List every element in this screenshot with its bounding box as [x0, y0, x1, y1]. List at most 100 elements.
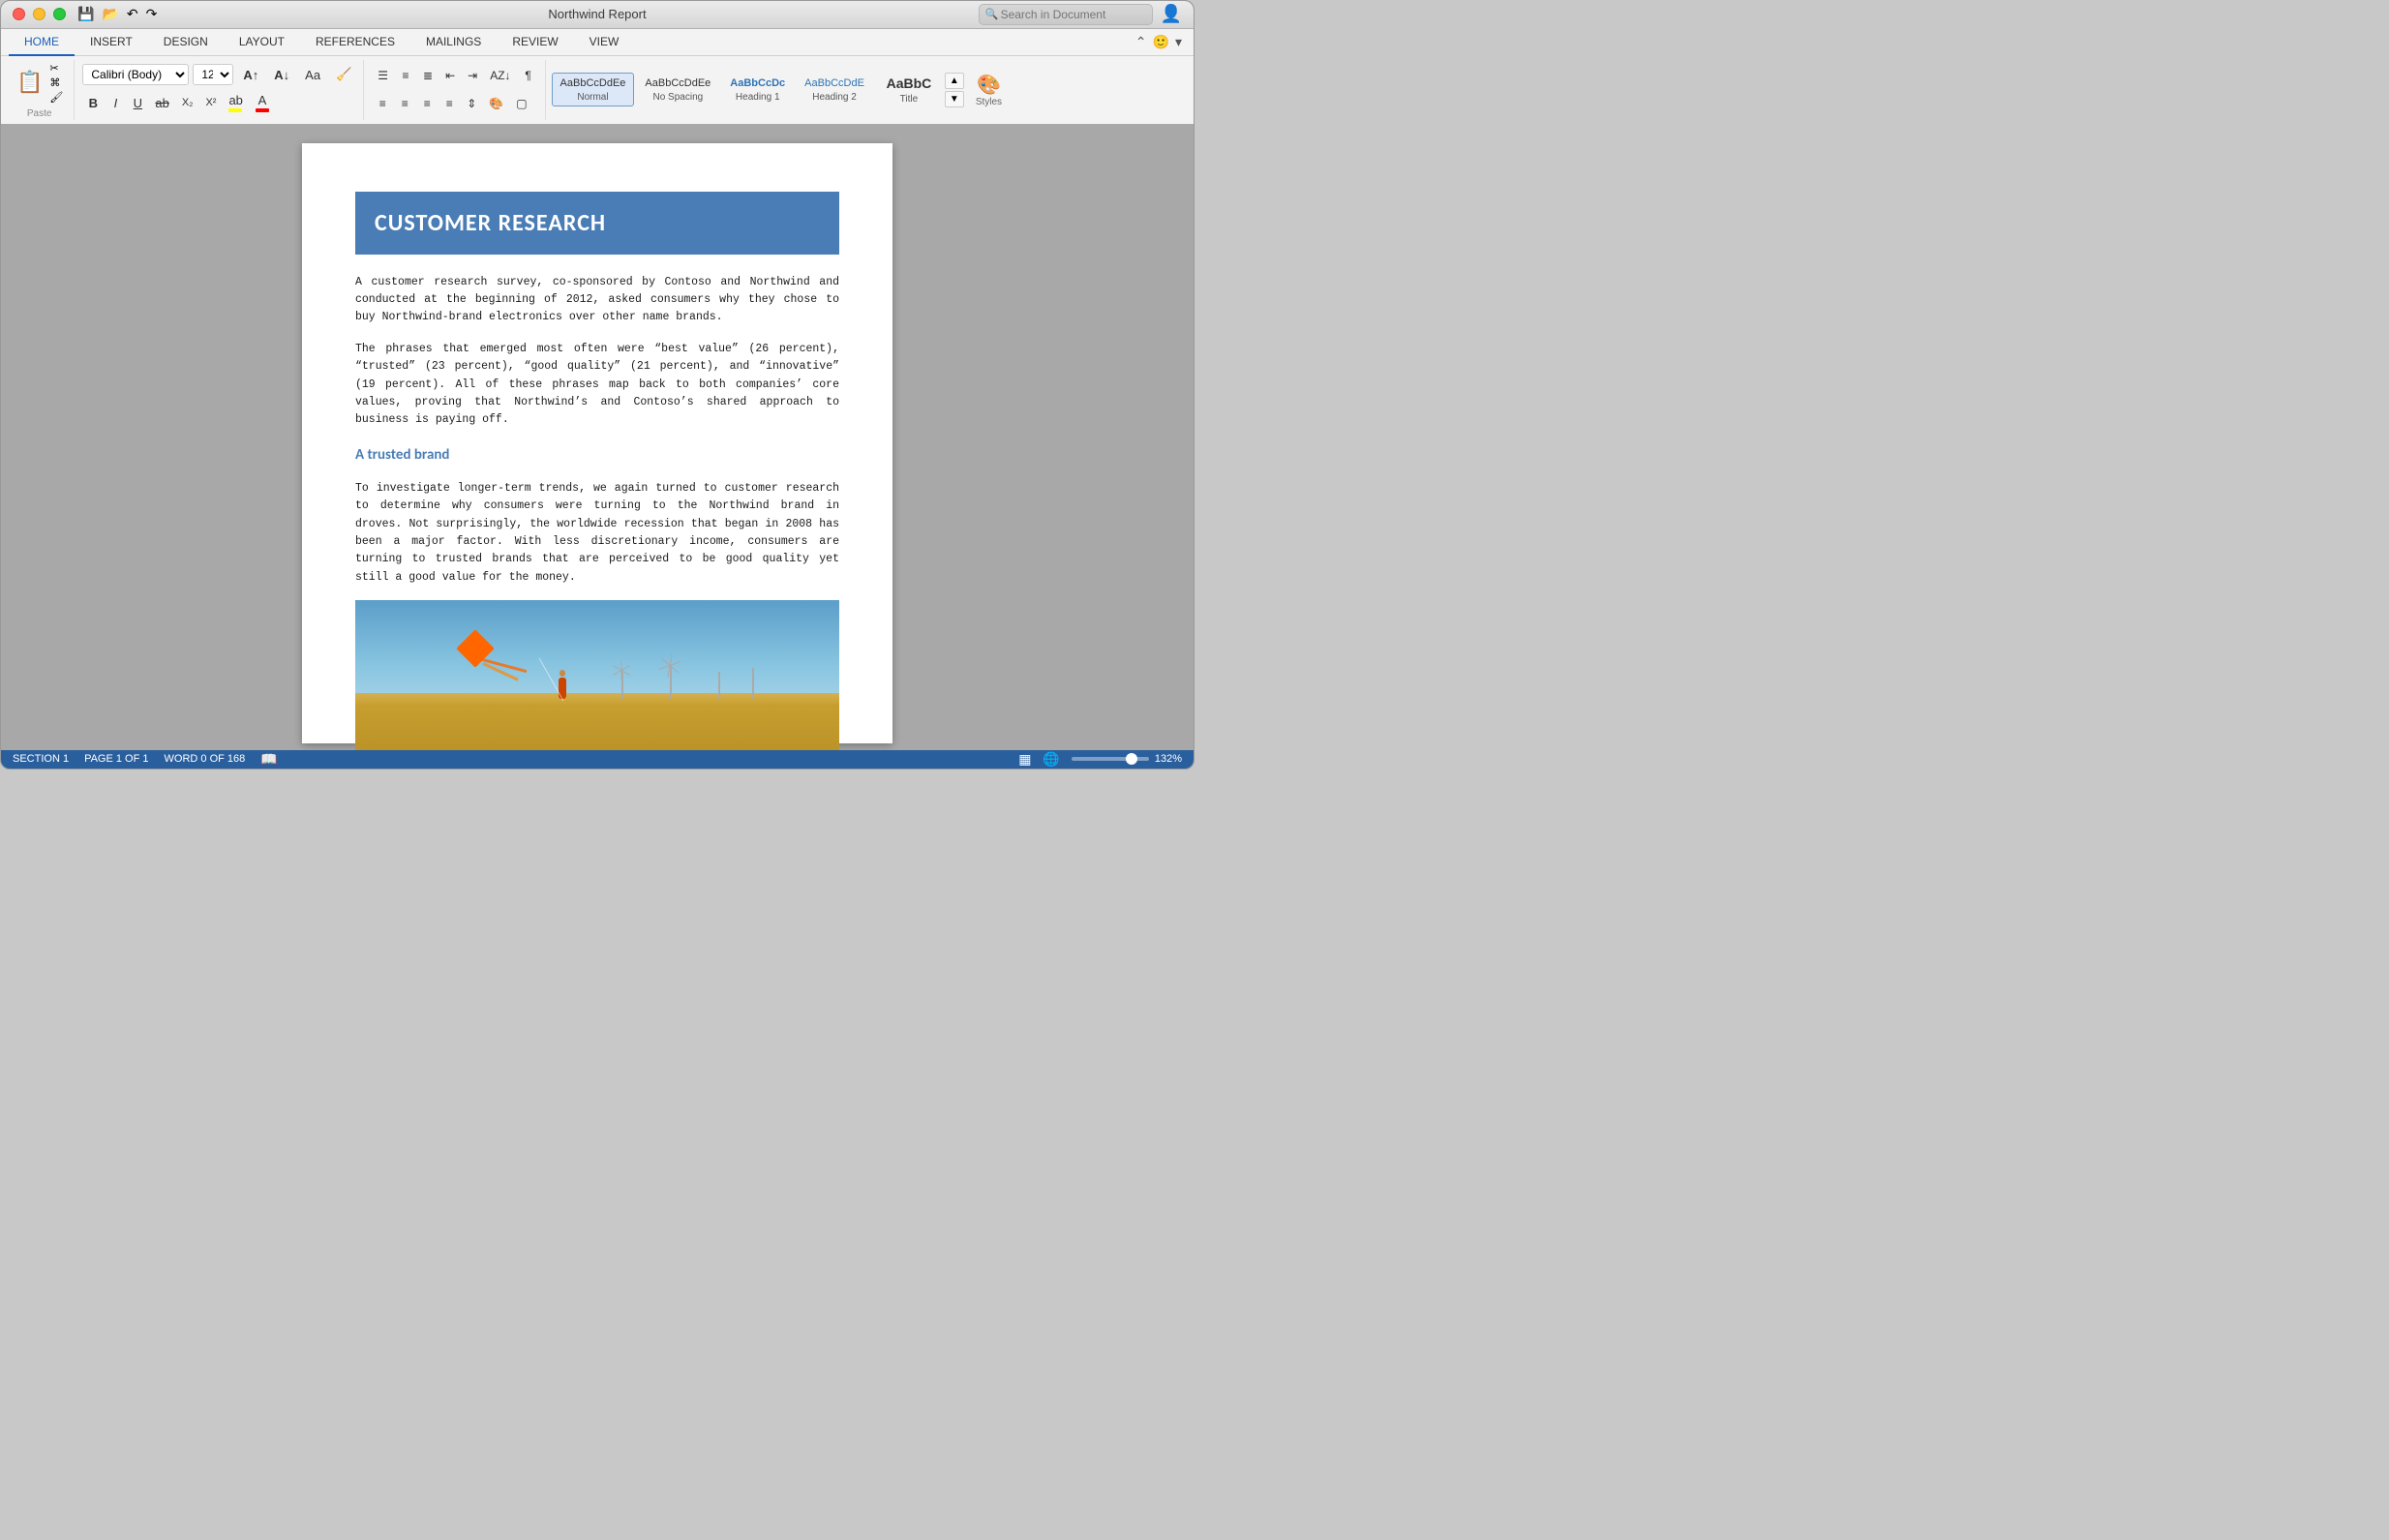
font-group: Calibri (Body) 12 A↑ A↓ Aa 🧹 B I U ab X₂: [76, 60, 364, 120]
minimize-button[interactable]: [33, 8, 45, 20]
style-normal-label: Normal: [577, 92, 608, 103]
paste-button[interactable]: 📋: [13, 61, 46, 105]
tab-view[interactable]: VIEW: [574, 29, 635, 56]
kite: [462, 635, 489, 662]
search-input[interactable]: [979, 4, 1153, 25]
save-icon[interactable]: 💾: [77, 6, 94, 22]
border-button[interactable]: ▢: [510, 94, 532, 113]
undo-icon[interactable]: ↶: [127, 6, 138, 22]
cut-button[interactable]: ✂: [46, 61, 66, 75]
sky: [355, 600, 839, 707]
grow-font-button[interactable]: A↑: [237, 65, 264, 85]
ribbon-collapse-icon[interactable]: ⌃: [1135, 34, 1147, 50]
multilevel-button[interactable]: ≣: [417, 66, 438, 85]
style-title-preview: AaBbC: [887, 75, 932, 92]
align-center-button[interactable]: ≡: [394, 94, 415, 113]
document-subheading: A trusted brand: [355, 443, 839, 467]
justify-button[interactable]: ≡: [438, 94, 460, 113]
increase-indent-button[interactable]: ⇥: [462, 66, 483, 85]
ribbon-tabs: HOME INSERT DESIGN LAYOUT REFERENCES MAI…: [1, 29, 1194, 56]
style-normal-preview: AaBbCcDdEe: [560, 76, 626, 90]
style-heading2-preview: AaBbCcDdE: [804, 76, 864, 90]
strikethrough-button[interactable]: ab: [149, 93, 174, 113]
show-paragraph-button[interactable]: ¶: [518, 66, 539, 85]
shrink-font-button[interactable]: A↓: [268, 65, 295, 85]
italic-button[interactable]: I: [105, 93, 126, 113]
tab-mailings[interactable]: MAILINGS: [410, 29, 497, 56]
document-title: CUSTOMER RESEARCH: [375, 209, 820, 237]
horizon: [355, 693, 839, 705]
account-icon[interactable]: 👤: [1161, 4, 1182, 24]
redo-icon[interactable]: ↷: [146, 6, 158, 22]
clipboard-group: 📋 ✂ ⌘ 🖌 Paste: [9, 60, 75, 120]
document-image: [355, 600, 839, 750]
style-no-spacing[interactable]: AaBbCcDdEe No Spacing: [636, 73, 719, 106]
word-count-label: WORD 0 OF 168: [165, 753, 246, 765]
search-wrapper: 🔍: [979, 4, 1153, 25]
traffic-lights: [13, 8, 66, 20]
style-title-label: Title: [900, 94, 919, 105]
ribbon: HOME INSERT DESIGN LAYOUT REFERENCES MAI…: [1, 29, 1194, 124]
tab-design[interactable]: DESIGN: [148, 29, 224, 56]
font-size-select[interactable]: 12: [193, 64, 233, 85]
title-bar: 💾 📂 ↶ ↷ Northwind Report 🔍 👤: [1, 1, 1194, 29]
style-heading2[interactable]: AaBbCcDdE Heading 2: [796, 73, 873, 106]
highlight-button[interactable]: ab: [223, 90, 248, 115]
tab-references[interactable]: REFERENCES: [300, 29, 410, 56]
open-icon[interactable]: 📂: [102, 6, 118, 22]
underline-button[interactable]: U: [127, 93, 148, 113]
status-bar: SECTION 1 PAGE 1 OF 1 WORD 0 OF 168 📖 ▦ …: [1, 750, 1194, 769]
document-area[interactable]: CUSTOMER RESEARCH A customer research su…: [1, 124, 1194, 750]
change-case-button[interactable]: Aa: [299, 65, 326, 85]
bullets-button[interactable]: ☰: [372, 66, 394, 85]
styles-panel-button[interactable]: 🎨 Styles: [968, 69, 1010, 111]
style-heading1[interactable]: AaBbCcDc Heading 1: [721, 73, 794, 106]
page-label: PAGE 1 OF 1: [84, 753, 148, 765]
zoom-slider[interactable]: [1072, 757, 1149, 761]
style-heading1-label: Heading 1: [736, 92, 780, 103]
zoom-thumb[interactable]: [1126, 753, 1137, 765]
shading-button[interactable]: 🎨: [483, 94, 509, 113]
layout-view-icon[interactable]: ▦: [1018, 751, 1031, 768]
clipboard-label: Paste: [27, 108, 52, 119]
style-normal[interactable]: AaBbCcDdEe Normal: [552, 73, 635, 106]
document-paragraph-1: A customer research survey, co-sponsored…: [355, 274, 839, 327]
numbering-button[interactable]: ≡: [395, 66, 416, 85]
font-color-button[interactable]: A: [250, 90, 275, 115]
copy-icon: ⌘: [49, 76, 60, 89]
book-icon[interactable]: 📖: [260, 751, 277, 768]
copy-button[interactable]: ⌘: [46, 75, 66, 90]
font-name-select[interactable]: Calibri (Body): [82, 64, 189, 85]
decrease-indent-button[interactable]: ⇤: [439, 66, 461, 85]
line-spacing-button[interactable]: ⇕: [461, 94, 482, 113]
maximize-button[interactable]: [53, 8, 66, 20]
style-heading2-label: Heading 2: [812, 92, 857, 103]
subscript-button[interactable]: X₂: [176, 94, 199, 111]
tab-insert[interactable]: INSERT: [75, 29, 148, 56]
align-row: ≡ ≡ ≡ ≡ ⇕ 🎨 ▢: [372, 94, 538, 113]
tab-layout[interactable]: LAYOUT: [224, 29, 300, 56]
tab-review[interactable]: REVIEW: [497, 29, 573, 56]
close-button[interactable]: [13, 8, 25, 20]
format-painter-icon: 🖌: [49, 91, 63, 104]
superscript-button[interactable]: X²: [199, 94, 222, 111]
tab-home[interactable]: HOME: [9, 29, 75, 56]
sort-button[interactable]: AZ↓: [484, 66, 516, 85]
window-title: Northwind Report: [548, 7, 646, 21]
align-right-button[interactable]: ≡: [416, 94, 438, 113]
styles-scroll-up[interactable]: ▲: [945, 73, 964, 89]
turbine-1: [621, 670, 623, 699]
styles-scroll-down[interactable]: ▼: [945, 91, 964, 107]
more-icon[interactable]: ▾: [1175, 34, 1182, 50]
style-title[interactable]: AaBbC Title: [875, 71, 943, 108]
style-heading1-preview: AaBbCcDc: [730, 76, 785, 90]
bold-button[interactable]: B: [82, 93, 104, 113]
style-no-spacing-preview: AaBbCcDdEe: [645, 76, 711, 90]
emoji-icon[interactable]: 🙂: [1153, 34, 1169, 50]
turbine-2: [670, 665, 672, 699]
person: [559, 678, 566, 699]
clear-formatting-button[interactable]: 🧹: [330, 64, 357, 85]
align-left-button[interactable]: ≡: [372, 94, 393, 113]
format-painter-button[interactable]: 🖌: [46, 90, 66, 105]
web-view-icon[interactable]: 🌐: [1043, 751, 1059, 768]
